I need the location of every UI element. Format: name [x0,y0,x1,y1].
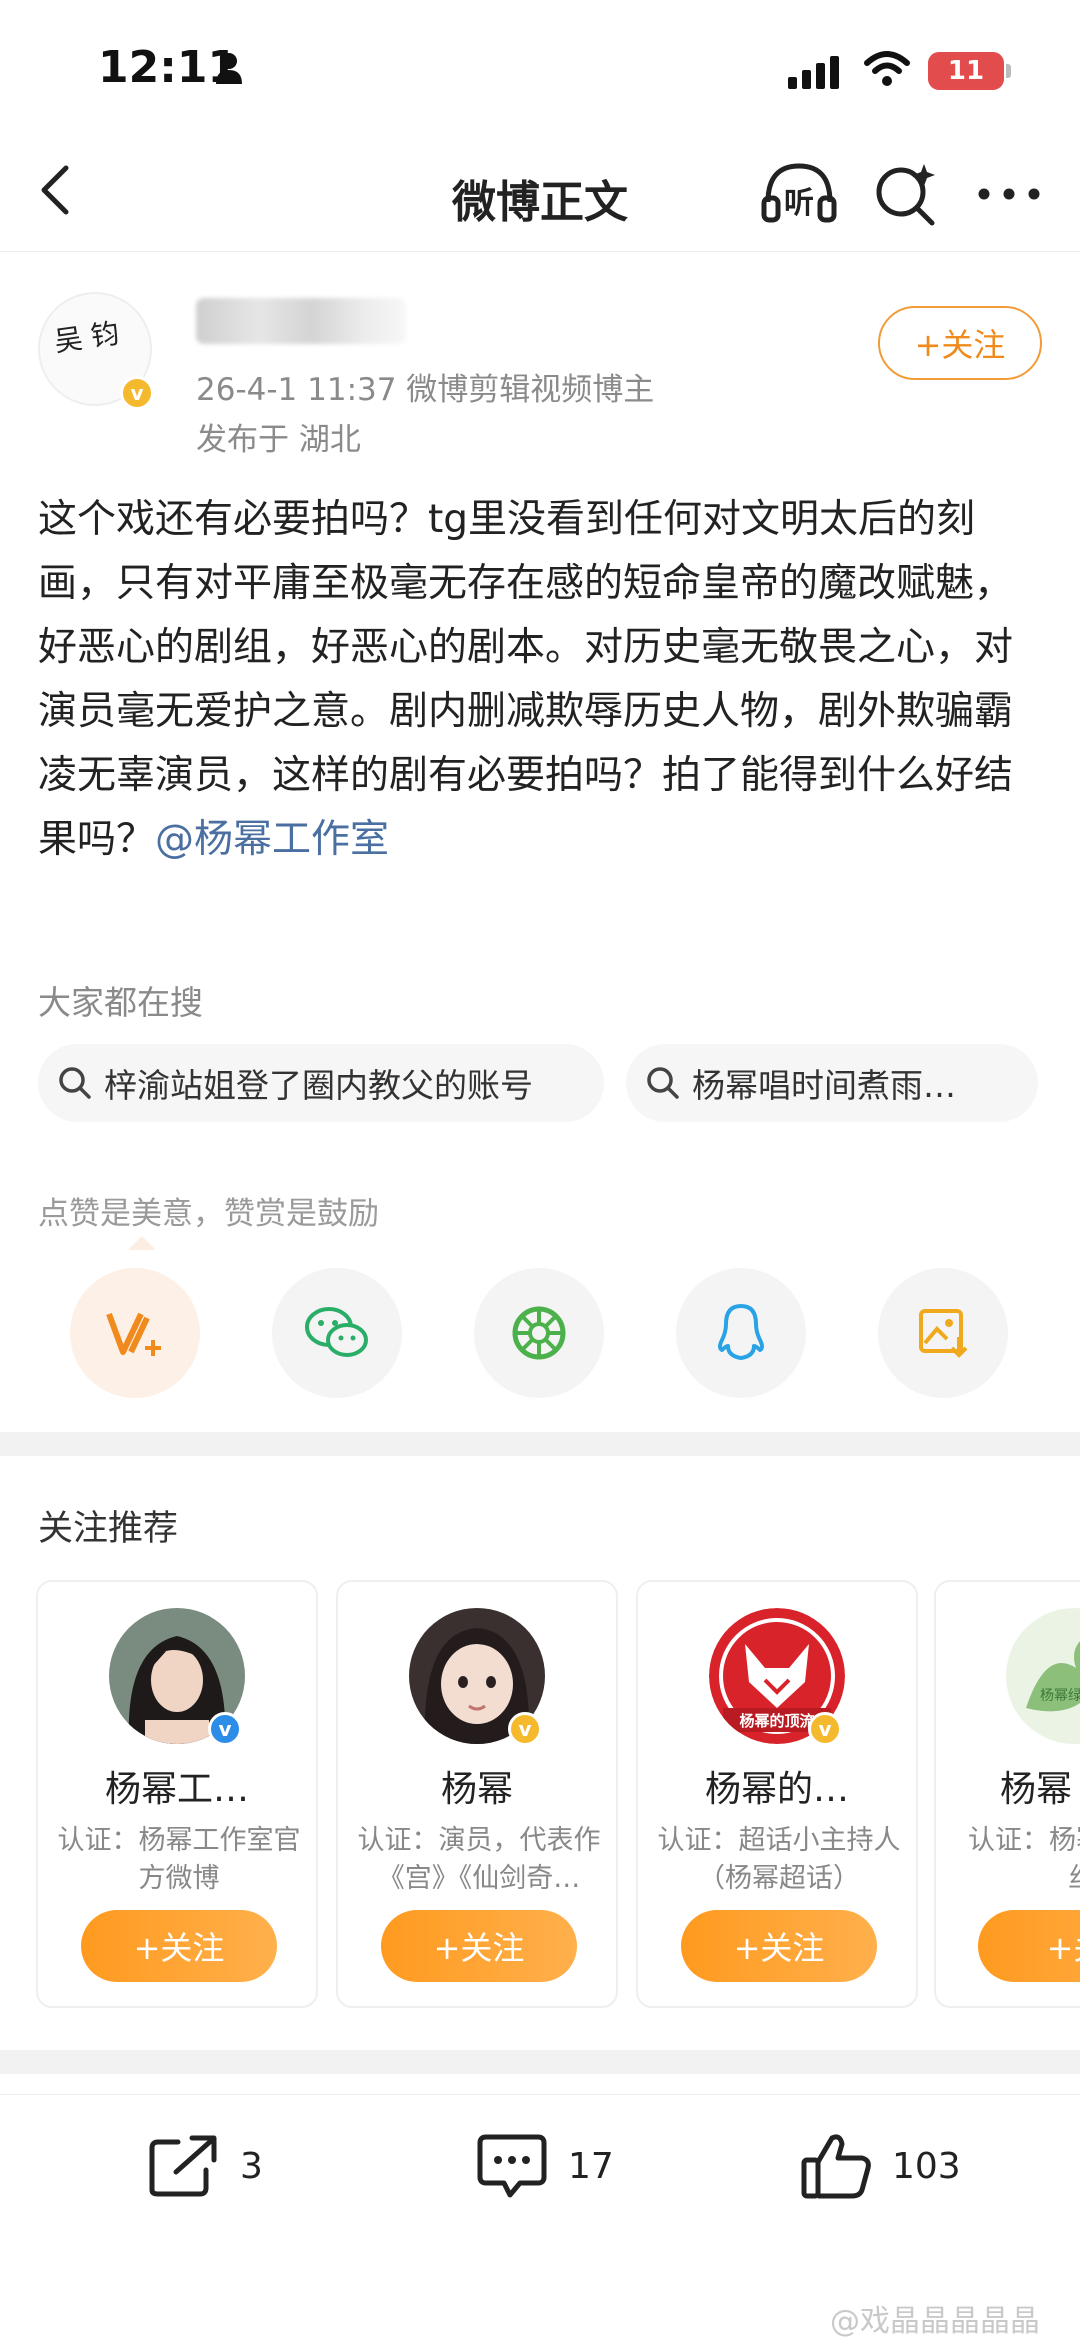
post-location: 发布于 湖北 [196,422,361,458]
mention-link[interactable]: @杨幂工作室 [155,817,389,862]
moments-icon [512,1306,566,1360]
battery-tip [1006,64,1011,78]
v-plus-icon [106,1312,161,1356]
author-name-blurred[interactable] [196,298,406,344]
comment-count: 17 [568,2145,614,2187]
recommend-follow-button[interactable]: +关 [978,1910,1080,1982]
qq-icon [718,1304,764,1360]
v-plus-button[interactable] [70,1268,200,1398]
qq-share-button[interactable] [676,1268,806,1398]
listen-label: 听 [784,186,814,221]
save-image-button[interactable] [878,1268,1008,1398]
share-row [0,1268,1080,1398]
recommend-desc: 认证：演员，代表作《宫》《仙剑奇… [357,1825,601,1894]
battery-icon: 11 [928,52,1004,90]
status-bar: 12:11 11 [0,0,1080,140]
recommend-card[interactable]: v 杨幂工… 认证：杨幂工作室官方微博 +关注 [36,1580,318,2008]
recommend-name: 杨幂工… [104,1769,249,1810]
battery-level: 11 [947,56,985,86]
recommend-name: 杨幂的… [704,1769,849,1810]
post-text: 这个戏还有必要拍吗？tg里没看到任何对文明太后的刻画，只有对平庸至极毫无存在感的… [38,497,1014,862]
green-logo-text: 杨幂绿茶 [1040,1688,1080,1704]
save-image-icon [919,1309,968,1358]
search-icon [59,1067,91,1099]
like-count: 103 [892,2145,961,2187]
recommend-name: 杨幂 [1000,1769,1073,1810]
hot-search-text: 梓渝站姐登了圈内教父的账号 [104,1066,533,1105]
recommend-name: 杨幂 [440,1769,513,1810]
hot-search-text: 杨幂唱时间煮雨… [692,1066,956,1105]
recommend-desc: 认证：杨幂工作室官方微博 [57,1825,301,1894]
recommend-desc: 认证：杨幂 [968,1825,1080,1856]
thumbs-up-icon [801,2134,871,2199]
repost-button[interactable]: 3 [148,2130,263,2202]
like-button[interactable]: 103 [800,2130,961,2202]
wechat-icon [305,1307,368,1357]
avatar-calligraphy-image: 吴 钧 [52,316,122,359]
verified-badge-icon: v [208,1712,242,1746]
search-icon [647,1067,679,1099]
nav-bar: 微博正文 听 [0,140,1080,252]
post-meta: 26-4-1 11:37 微博剪辑视频博主 [196,372,655,408]
wechat-share-button[interactable] [272,1268,402,1398]
hot-search-label: 大家都在搜 [38,983,203,1022]
recommend-follow-button[interactable]: +关注 [681,1910,877,1982]
recommend-avatar[interactable]: 杨幂绿茶 [1006,1608,1080,1744]
cellular-signal-icon [788,56,839,89]
headphones-icon: 听 [761,163,837,223]
hot-search-item[interactable]: 杨幂唱时间煮雨… [626,1044,1038,1122]
verified-badge-icon: v [808,1712,842,1746]
hot-search-item[interactable]: 梓渝站姐登了圈内教父的账号 [38,1044,604,1122]
recommend-card[interactable]: 杨幂的顶流 v 杨幂的… 认证：超话小主持人（杨幂超话） +关注 [636,1580,918,2008]
section-divider [0,1432,1080,1456]
fox-logo-text: 杨幂的顶流 [739,1712,814,1730]
more-icon[interactable] [974,166,1044,222]
comment-icon [477,2134,547,2198]
tip-arrow [128,1236,156,1250]
recommend-card[interactable]: 杨幂绿茶 杨幂 认证：杨幂 丝 +关 [934,1580,1080,2008]
recommend-card[interactable]: v 杨幂 认证：演员，代表作《宫》《仙剑奇… +关注 [336,1580,618,2008]
watermark: @戏晶晶晶晶晶 [830,2304,1040,2337]
listen-button[interactable]: 听 [760,158,838,228]
recommend-title: 关注推荐 [38,1509,179,1549]
moments-share-button[interactable] [474,1268,604,1398]
repost-icon [149,2135,217,2197]
green-logo-image: 杨幂绿茶 [1006,1608,1080,1744]
recommend-desc-line2: 丝 [1068,1860,1080,1898]
author-avatar[interactable]: 吴 钧 v [38,292,154,410]
comment-button[interactable]: 17 [476,2130,614,2202]
post-body: 这个戏还有必要拍吗？tg里没看到任何对文明太后的刻画，只有对平庸至极毫无存在感的… [38,488,1046,872]
recommend-follow-button[interactable]: +关注 [381,1910,577,1982]
repost-count: 3 [240,2145,263,2187]
follow-author-button[interactable]: +关注 [878,306,1042,380]
section-divider [0,2050,1080,2074]
recommend-follow-button[interactable]: +关注 [81,1910,277,1982]
recommend-desc: 认证：超话小主持人（杨幂超话） [657,1825,901,1894]
verified-badge-icon: v [120,376,154,410]
person-icon [216,53,242,84]
search-sparkle-icon[interactable] [872,158,938,228]
verified-badge-icon: v [508,1712,542,1746]
reward-hint: 点赞是美意，赞赏是鼓励 [38,1196,379,1232]
wifi-icon [864,51,910,86]
